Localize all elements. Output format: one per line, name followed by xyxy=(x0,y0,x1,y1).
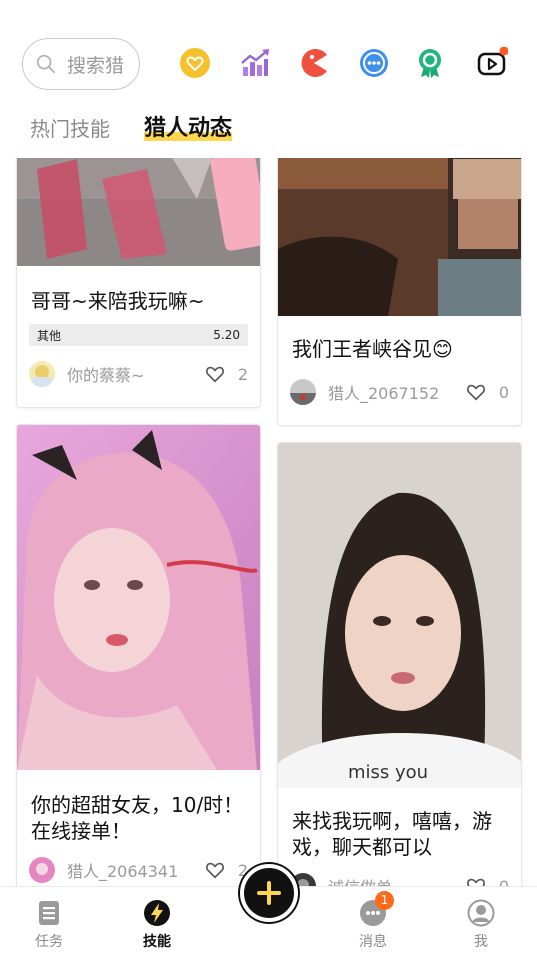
add-post-button[interactable] xyxy=(240,864,298,922)
nav-tasks-label: 任务 xyxy=(35,934,63,950)
header: 搜索猎 热门技能 猎人动态 xyxy=(0,0,537,158)
skill-tag-price: 5.20 xyxy=(213,328,240,342)
username[interactable]: 猎人_2067152 xyxy=(328,380,465,404)
card-title: 你的超甜女友，10/时！在线接单！ xyxy=(31,793,244,843)
heart-badge-icon[interactable] xyxy=(179,47,211,79)
skill-tag-name: 其他 xyxy=(37,328,62,343)
card-image xyxy=(17,158,260,266)
search-box[interactable]: 搜索猎 xyxy=(22,38,140,90)
chat-bubble-icon[interactable] xyxy=(358,47,390,79)
card-meta: 猎人_2064341 2 xyxy=(17,854,260,886)
like-count: 0 xyxy=(498,382,509,402)
card-title: 我们王者峡谷见😊 xyxy=(292,337,453,361)
card-image: miss you xyxy=(278,443,521,788)
game-pacman-icon[interactable] xyxy=(298,47,330,79)
tab-hunter-feed-label: 猎人动态 xyxy=(144,116,233,141)
like-count: 0 xyxy=(498,876,509,887)
person-icon xyxy=(467,899,495,927)
message-badge: 1 xyxy=(375,891,394,910)
card-meta: 诚信做单 0 xyxy=(278,870,521,886)
search-icon xyxy=(36,54,56,74)
feed[interactable]: 哥哥~来陪我玩嘛~ 其他 5.20 你的蔡蔡~ 2 你的超甜女友，10/时！在线… xyxy=(0,158,537,886)
heart-icon[interactable] xyxy=(204,859,226,881)
feed-card[interactable]: 你的超甜女友，10/时！在线接单！ 猎人_2064341 2 xyxy=(16,424,261,886)
username[interactable]: 诚信做单 xyxy=(328,874,465,886)
card-image xyxy=(278,158,521,316)
card-meta: 猎人_2067152 0 xyxy=(278,376,521,408)
ribbon-award-icon[interactable] xyxy=(414,47,446,79)
feed-card[interactable]: 哥哥~来陪我玩嘛~ 其他 5.20 你的蔡蔡~ 2 xyxy=(16,158,261,408)
nav-messages-label: 消息 xyxy=(359,934,387,950)
video-play-icon[interactable] xyxy=(476,47,508,79)
tab-hot-skills[interactable]: 热门技能 xyxy=(30,113,110,142)
nav-messages[interactable]: 消息 xyxy=(343,899,403,951)
heart-icon[interactable] xyxy=(204,363,226,385)
document-icon xyxy=(39,901,59,925)
plus-icon xyxy=(257,881,281,905)
feed-card[interactable]: miss you 来找我玩啊，嘻嘻，游戏，聊天都可以 诚信做单 0 xyxy=(277,442,522,886)
nav-skills-label: 技能 xyxy=(143,934,171,950)
skill-tag: 其他 5.20 xyxy=(29,324,248,346)
tab-bar: 热门技能 猎人动态 xyxy=(30,110,233,142)
search-placeholder: 搜索猎 xyxy=(67,54,125,77)
nav-tasks[interactable]: 任务 xyxy=(19,899,79,951)
heart-icon[interactable] xyxy=(465,381,487,403)
card-title: 哥哥~来陪我玩嘛~ xyxy=(31,289,205,313)
avatar[interactable] xyxy=(290,379,316,405)
card-image xyxy=(17,425,260,770)
tab-hunter-feed[interactable]: 猎人动态 xyxy=(144,110,233,142)
like-count: 2 xyxy=(237,364,248,384)
nav-skills[interactable]: 技能 xyxy=(127,899,187,951)
username[interactable]: 猎人_2064341 xyxy=(67,858,204,882)
username[interactable]: 你的蔡蔡~ xyxy=(67,362,204,386)
svg-text:miss you: miss you xyxy=(348,762,428,783)
feed-card[interactable]: 我们王者峡谷见😊 猎人_2067152 0 xyxy=(277,158,522,426)
avatar[interactable] xyxy=(29,857,55,883)
lightning-icon xyxy=(144,900,170,926)
avatar[interactable] xyxy=(29,361,55,387)
card-title: 来找我玩啊，嘻嘻，游戏，聊天都可以 xyxy=(292,809,492,859)
heart-icon[interactable] xyxy=(465,875,487,886)
card-meta: 你的蔡蔡~ 2 xyxy=(17,358,260,390)
trend-chart-icon[interactable] xyxy=(239,47,271,79)
nav-me[interactable]: 我 xyxy=(451,899,511,951)
nav-me-label: 我 xyxy=(474,934,488,950)
